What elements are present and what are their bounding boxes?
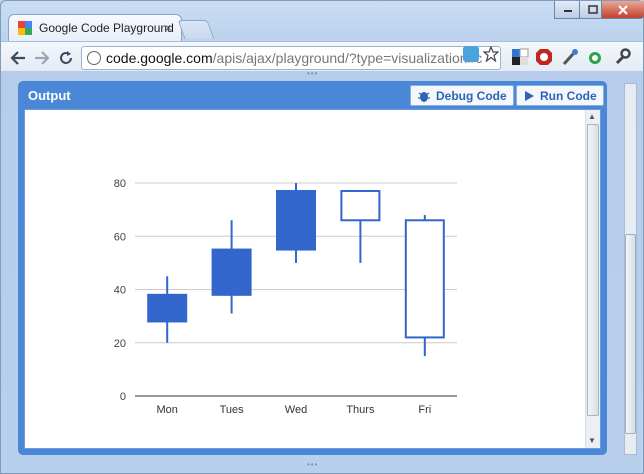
google-favicon-icon xyxy=(17,20,33,36)
back-arrow-icon xyxy=(10,51,25,65)
tab-close-icon[interactable]: × xyxy=(165,21,172,35)
eyedropper-extension-icon[interactable] xyxy=(561,48,579,66)
page-scrollbar[interactable] xyxy=(624,83,637,455)
x-tick-label: Wed xyxy=(285,404,307,416)
y-tick-label: 40 xyxy=(114,285,126,297)
x-tick-label: Thurs xyxy=(346,404,375,416)
page-scroll-thumb[interactable] xyxy=(625,234,636,434)
y-tick-label: 0 xyxy=(120,391,126,403)
browser-window: Google Code Playground × code.google.com… xyxy=(0,0,644,474)
scroll-up-icon[interactable]: ▲ xyxy=(588,112,596,121)
browser-tab[interactable]: Google Code Playground × xyxy=(8,14,182,41)
output-scrollbar[interactable]: ▲ ▼ xyxy=(585,110,600,448)
address-bar[interactable]: code.google.com/apis/ajax/playground/?ty… xyxy=(81,46,501,70)
debug-code-label: Debug Code xyxy=(436,88,507,103)
back-button[interactable] xyxy=(7,47,29,69)
reload-icon xyxy=(60,51,72,64)
bottom-grip-icon: ••• xyxy=(307,460,319,469)
tab-title: Google Code Playground xyxy=(39,21,174,35)
run-code-button[interactable]: Run Code xyxy=(516,85,604,106)
y-tick-label: 80 xyxy=(114,178,126,190)
scroll-down-icon[interactable]: ▼ xyxy=(588,436,596,445)
minimize-icon xyxy=(563,9,572,12)
y-tick-label: 60 xyxy=(114,231,126,243)
debug-code-button[interactable]: Debug Code xyxy=(410,85,514,106)
x-tick-label: Fri xyxy=(418,404,431,416)
url-path: /apis/ajax/playground/?type=visualizatio… xyxy=(212,50,483,66)
close-window-button[interactable] xyxy=(601,1,644,19)
new-tab-button[interactable] xyxy=(177,20,215,39)
output-title: Output xyxy=(28,88,71,103)
forward-arrow-icon xyxy=(35,51,50,65)
candle-body xyxy=(404,219,445,339)
minimize-button[interactable] xyxy=(554,1,581,19)
output-panel: Output Debug Code Run Code 0 20 40 60 80 Mon T… xyxy=(18,81,607,455)
delicious-extension-icon[interactable] xyxy=(511,48,529,66)
bookmark-star-icon[interactable] xyxy=(482,45,500,63)
twitter-icon[interactable] xyxy=(463,46,479,62)
close-icon xyxy=(618,4,628,15)
url-host: code.google.com xyxy=(106,50,213,66)
candle-body xyxy=(211,248,252,296)
candle-body xyxy=(340,189,381,222)
top-grip-icon: ••• xyxy=(307,69,319,78)
x-tick-label: Mon xyxy=(156,404,177,416)
candle-body xyxy=(276,189,316,251)
toolbar: code.google.com/apis/ajax/playground/?ty… xyxy=(1,41,643,71)
x-tick-label: Tues xyxy=(220,404,245,416)
adblock-extension-icon[interactable] xyxy=(535,48,553,66)
page-icon xyxy=(87,51,101,65)
maximize-icon xyxy=(587,4,598,14)
bug-icon xyxy=(418,91,430,102)
scroll-thumb[interactable] xyxy=(587,124,599,416)
forward-button[interactable] xyxy=(31,47,53,69)
android-extension-icon[interactable] xyxy=(586,48,604,66)
candle-body xyxy=(147,293,188,323)
run-code-label: Run Code xyxy=(540,88,597,103)
output-content: 0 20 40 60 80 Mon Tues Wed Thurs Fri ▲ ▼ xyxy=(24,109,601,449)
candlestick-chart: 0 20 40 60 80 Mon Tues Wed Thurs Fri xyxy=(114,178,457,416)
play-icon xyxy=(525,90,534,101)
wrench-icon[interactable] xyxy=(613,48,631,66)
reload-button[interactable] xyxy=(55,47,77,69)
y-tick-label: 20 xyxy=(114,338,126,350)
